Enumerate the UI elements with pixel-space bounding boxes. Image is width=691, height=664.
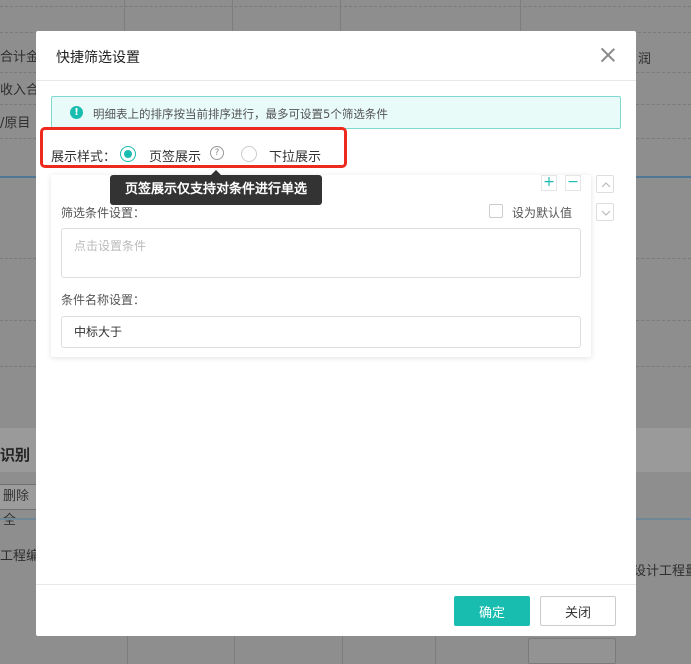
bg-divider bbox=[0, 138, 36, 139]
bg-divider bbox=[636, 320, 691, 321]
remove-condition-button[interactable]: − bbox=[565, 175, 581, 191]
add-condition-button[interactable]: + bbox=[541, 175, 557, 191]
close-icon[interactable] bbox=[600, 47, 616, 63]
bg-divider bbox=[0, 176, 36, 178]
condition-name-input[interactable]: 中标大于 bbox=[61, 316, 581, 348]
close-button[interactable]: 关闭 bbox=[540, 596, 616, 626]
bg-label: /原目 bbox=[0, 116, 31, 131]
bg-divider bbox=[124, 0, 125, 32]
bg-divider bbox=[0, 72, 36, 73]
bg-divider bbox=[636, 72, 691, 73]
condition-setting-label: 筛选条件设置： bbox=[61, 206, 146, 220]
set-default-checkbox[interactable] bbox=[489, 204, 503, 218]
bg-section-title: 识别 bbox=[0, 446, 31, 464]
bg-divider bbox=[340, 0, 341, 32]
bg-divider bbox=[636, 176, 691, 178]
move-up-button[interactable] bbox=[596, 175, 614, 193]
condition-placeholder: 点击设置条件 bbox=[74, 239, 147, 253]
dialog-footer: 确定 关闭 bbox=[36, 584, 636, 636]
bg-divider bbox=[342, 636, 343, 664]
bg-divider bbox=[520, 0, 521, 32]
bg-column-header: 工程编 bbox=[0, 549, 40, 564]
bg-label: 润 bbox=[638, 52, 652, 67]
bg-divider bbox=[435, 636, 436, 664]
dialog-title: 快捷筛选设置 bbox=[56, 50, 140, 66]
bg-divider bbox=[636, 104, 691, 105]
confirm-button[interactable]: 确定 bbox=[454, 596, 530, 626]
chevron-down-icon bbox=[601, 210, 611, 216]
bg-label: 收入合 bbox=[0, 83, 40, 98]
highlight-annotation bbox=[40, 127, 347, 168]
bg-divider bbox=[636, 138, 691, 139]
bg-input bbox=[528, 638, 616, 664]
bg-divider bbox=[0, 104, 36, 105]
bg-divider bbox=[234, 636, 235, 664]
bg-divider bbox=[636, 366, 691, 367]
info-icon: ! bbox=[70, 106, 83, 119]
condition-input[interactable]: 点击设置条件 bbox=[61, 228, 581, 278]
tooltip: 页签展示仅支持对条件进行单选 bbox=[110, 170, 322, 205]
quick-filter-dialog: 快捷筛选设置 ! 明细表上的排序按当前排序进行，最多可设置5个筛选条件 展示样式… bbox=[36, 31, 636, 636]
move-down-button[interactable] bbox=[596, 203, 614, 221]
dialog-header: 快捷筛选设置 bbox=[36, 31, 636, 81]
bg-divider bbox=[0, 258, 36, 259]
bg-divider bbox=[0, 320, 36, 321]
bg-column-header: 设计工程量 bbox=[633, 564, 691, 579]
bg-divider bbox=[232, 0, 233, 32]
bg-label: 合计金 bbox=[0, 50, 40, 65]
bg-divider bbox=[636, 258, 691, 259]
bg-divider bbox=[0, 366, 36, 367]
condition-name-label: 条件名称设置： bbox=[61, 293, 146, 307]
bg-divider bbox=[0, 6, 691, 7]
bg-divider bbox=[127, 636, 128, 664]
info-notice: ! 明细表上的排序按当前排序进行，最多可设置5个筛选条件 bbox=[51, 96, 621, 129]
chevron-up-icon bbox=[601, 182, 611, 188]
notice-text: 明细表上的排序按当前排序进行，最多可设置5个筛选条件 bbox=[93, 107, 388, 121]
bg-delete-button: 删除全 bbox=[0, 484, 38, 528]
set-default-label[interactable]: 设为默认值 bbox=[512, 204, 572, 221]
